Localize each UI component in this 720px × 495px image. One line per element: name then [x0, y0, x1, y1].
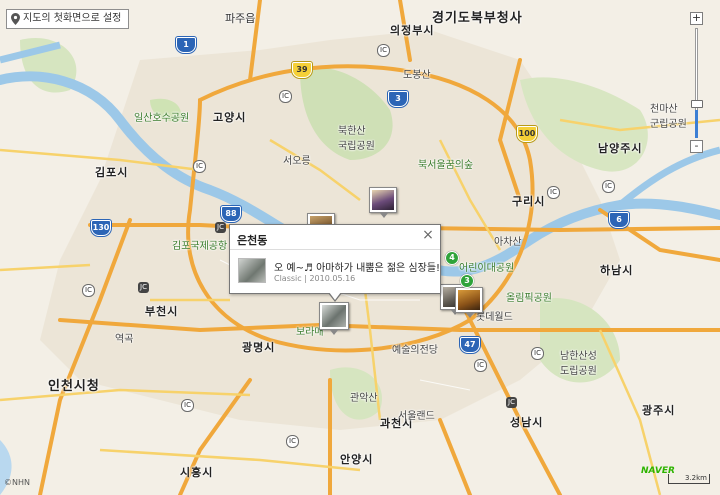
label-gwanaksan: 관악산 [350, 393, 378, 404]
label-gyeonggi-north: 경기도북부청사 [432, 11, 523, 26]
label-yeokgok: 역곡 [115, 334, 134, 345]
label-paju: 파주읍 [225, 12, 256, 25]
route-shield: 6 [609, 212, 629, 228]
zoom-in-button[interactable]: + [690, 12, 703, 25]
map-canvas[interactable]: 경기도북부청사 의정부시 파주읍 고양시 일산호수공원 김포시 북한산 국립공원… [0, 0, 720, 495]
route-shield: 88 [221, 206, 241, 222]
post-meta: Classic | 2010.05.16 [274, 274, 356, 283]
label-gwangju: 광주시 [642, 404, 676, 417]
popup-tail-inner [329, 292, 341, 300]
label-incheon-cityhall: 인천시청 [48, 379, 100, 394]
post-title-link[interactable]: 오 예~♬ 아마하가 내뿜은 젊은 심장들! [274, 259, 440, 274]
jc-badge: JC [506, 397, 517, 408]
label-siheung: 시흥시 [180, 466, 214, 479]
set-start-screen-button[interactable]: 지도의 첫화면으로 설정 [6, 9, 130, 29]
ic-badge: IC [531, 347, 544, 360]
label-bucheon: 부천시 [145, 305, 179, 318]
label-namyangju: 남양주시 [598, 142, 643, 155]
location-pin-icon [11, 13, 20, 25]
photo-marker[interactable] [455, 287, 483, 318]
zoom-out-button[interactable]: - [690, 140, 703, 153]
post-thumbnail[interactable] [238, 258, 266, 283]
label-bukhansan: 북한산 국립공원 [338, 126, 375, 152]
label-namhansanseong: 남한산성 도립공원 [560, 351, 597, 377]
ic-badge: IC [193, 160, 206, 173]
route-shield: 130 [91, 220, 111, 236]
jc-badge: JC [138, 282, 149, 293]
set-start-screen-label: 지도의 첫화면으로 설정 [23, 13, 122, 24]
scale-bar: 3.2km [668, 474, 710, 484]
label-seoul-land: 서울랜드 [398, 411, 435, 422]
label-art-center: 예술의전당 [392, 345, 438, 356]
route-shield: 3 [388, 91, 408, 107]
cluster-marker[interactable]: 4 [445, 251, 459, 265]
ic-badge: IC [82, 284, 95, 297]
info-popup: 은천동 × 오 예~♬ 아마하가 내뿜은 젊은 심장들! Classic | 2… [229, 224, 441, 302]
label-gwangmyeong: 광명시 [242, 341, 276, 354]
label-achasan: 아차산 [494, 237, 522, 248]
label-children-park: 어린이대공원 [459, 263, 515, 274]
zoom-slider-handle[interactable] [691, 100, 703, 108]
cluster-marker[interactable]: 3 [460, 274, 474, 288]
label-seongnam: 성남시 [510, 416, 544, 429]
close-icon[interactable]: × [421, 228, 435, 243]
label-guri: 구리시 [512, 195, 546, 208]
label-anyang: 안양시 [340, 453, 374, 466]
route-shield: 47 [460, 337, 480, 353]
label-dobongsan: 도봉산 [403, 70, 431, 81]
ic-badge: IC [279, 90, 292, 103]
popup-title: 은천동 [237, 234, 268, 247]
label-seooreung: 서오릉 [283, 156, 311, 167]
photo-marker[interactable] [319, 302, 349, 335]
ic-badge: IC [547, 186, 560, 199]
label-ilsan-lake: 일산호수공원 [134, 113, 190, 124]
label-olympic-park: 올림픽공원 [506, 293, 552, 304]
label-uijeongbu: 의정부시 [390, 24, 435, 37]
ic-badge: IC [474, 359, 487, 372]
photo-marker[interactable] [369, 187, 397, 218]
label-seoul-forest: 북서울꿈의숲 [418, 160, 474, 171]
jc-badge: JC [215, 222, 226, 233]
route-shield: 1 [176, 37, 196, 53]
ic-badge: IC [602, 180, 615, 193]
label-goyang: 고양시 [213, 111, 247, 124]
zoom-level-fill [695, 110, 698, 138]
label-cheonma: 천마산 군립공원 [650, 104, 687, 130]
zoom-control: + - [690, 12, 704, 156]
ic-badge: IC [286, 435, 299, 448]
ic-badge: IC [377, 44, 390, 57]
label-gimpo-airport: 김포국제공항 [172, 241, 228, 252]
popup-divider [230, 249, 440, 250]
label-gimpo: 김포시 [95, 166, 129, 179]
attribution: ©NHN [4, 478, 30, 487]
ic-badge: IC [181, 399, 194, 412]
label-hanam: 하남시 [600, 264, 634, 277]
route-shield: 100 [517, 126, 537, 142]
route-shield: 39 [292, 62, 312, 78]
